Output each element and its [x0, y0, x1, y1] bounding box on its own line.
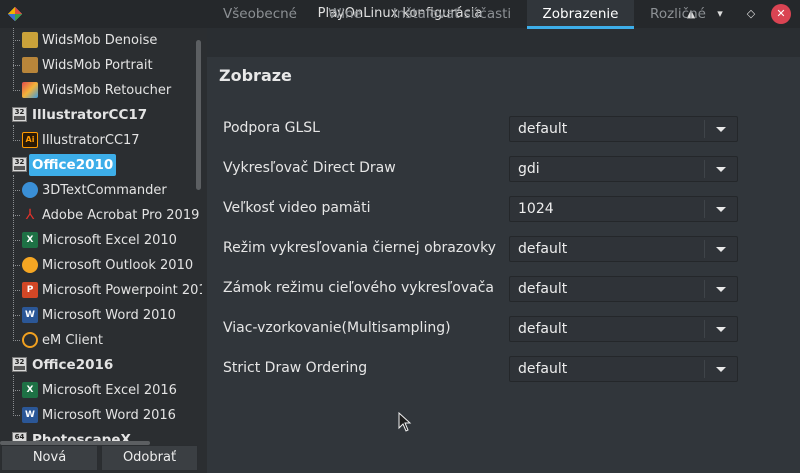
- tree-item-adobe-acrobat[interactable]: ⅄ Adobe Acrobat Pro 2019: [0, 203, 200, 228]
- tree-item-label: Microsoft Powerpoint 201: [42, 283, 202, 298]
- select-value: default: [518, 281, 568, 297]
- setting-label-strict-draw-ordering: Strict Draw Ordering: [223, 360, 368, 376]
- select-value: 1024: [518, 201, 554, 217]
- acrobat-icon: ⅄: [25, 207, 35, 223]
- select-divider: [704, 240, 705, 258]
- select-value: gdi: [518, 161, 540, 177]
- tree-item-label: Microsoft Outlook 2010: [42, 258, 194, 273]
- excel-icon: X: [22, 232, 38, 248]
- tree-item-label: Adobe Acrobat Pro 2019: [42, 208, 200, 223]
- render-target-lock-select[interactable]: default: [509, 276, 738, 302]
- video-memory-select[interactable]: 1024: [509, 196, 738, 222]
- tree-item-3dtextcommander[interactable]: 3DTextCommander: [0, 178, 200, 203]
- select-divider: [704, 200, 705, 218]
- setting-label-offscreen-rendering: Režim vykresľovania čiernej obrazovky: [223, 240, 496, 256]
- select-divider: [704, 320, 705, 338]
- setting-label-render-target-lock: Zámok režimu cieľového vykresľovača: [223, 280, 494, 296]
- maximize-icon[interactable]: ◇: [741, 4, 761, 24]
- word-icon: W: [22, 407, 38, 423]
- tree-group-label: IllustratorCC17: [32, 107, 148, 123]
- tree-item-label: WidsMob Portrait: [42, 58, 153, 73]
- strict-draw-ordering-select[interactable]: default: [509, 356, 738, 382]
- tree-vertical-scrollbar[interactable]: [196, 28, 202, 444]
- tree-item-label: WidsMob Denoise: [42, 33, 158, 48]
- new-button[interactable]: Nová: [1, 445, 98, 471]
- tree-group-office2010[interactable]: 32 Office2010: [0, 153, 200, 178]
- tree-item-widsmob-retoucher[interactable]: WidsMob Retoucher: [0, 78, 200, 103]
- widsmob-denoise-icon: [22, 32, 38, 48]
- 32bit-drive-icon: 32: [12, 107, 27, 122]
- multisampling-select[interactable]: default: [509, 316, 738, 342]
- glsl-select[interactable]: default: [509, 116, 738, 142]
- chevron-down-icon: [716, 207, 726, 212]
- section-title: Zobraze: [219, 66, 292, 85]
- select-value: default: [518, 121, 568, 137]
- setting-label-video-memory: Veľkosť video pamäti: [223, 200, 371, 216]
- tree-group-illustratorcc17[interactable]: 32 IllustratorCC17: [0, 103, 200, 128]
- tab-display[interactable]: Zobrazenie: [527, 0, 634, 29]
- tab-wine[interactable]: Wine: [313, 0, 377, 29]
- mouse-pointer-icon: [398, 412, 412, 432]
- tree-item-label: Microsoft Excel 2010: [42, 233, 177, 248]
- tree-item-label: Microsoft Word 2010: [42, 308, 176, 323]
- tree-group-office2016[interactable]: 32 Office2016: [0, 353, 200, 378]
- chevron-down-icon: [716, 247, 726, 252]
- close-icon[interactable]: ✕: [771, 4, 791, 24]
- tree-group-label: Office2016: [32, 357, 114, 373]
- tree-item-label: IllustratorCC17: [42, 133, 140, 148]
- emclient-icon: [22, 332, 38, 348]
- tab-install-components[interactable]: Inštalovať súčasti: [377, 0, 527, 29]
- setting-label-multisampling: Viac-vzorkovanie(Multisampling): [223, 320, 451, 336]
- 32bit-drive-icon: 32: [12, 357, 27, 372]
- tree-item-excel-2016[interactable]: X Microsoft Excel 2016: [0, 378, 200, 403]
- tree-item-excel-2010[interactable]: X Microsoft Excel 2010: [0, 228, 200, 253]
- tree-item-word-2016[interactable]: W Microsoft Word 2016: [0, 403, 200, 428]
- 32bit-drive-icon: 32: [12, 157, 27, 172]
- select-value: default: [518, 361, 568, 377]
- tree-item-label: WidsMob Retoucher: [42, 83, 172, 98]
- select-divider: [704, 280, 705, 298]
- widsmob-portrait-icon: [22, 57, 38, 73]
- tree-item-outlook-2010[interactable]: Microsoft Outlook 2010: [0, 253, 200, 278]
- setting-label-glsl: Podpora GLSL: [223, 120, 320, 136]
- remove-button[interactable]: Odobrať: [101, 445, 198, 471]
- tree-item-label: Microsoft Excel 2016: [42, 383, 177, 398]
- tab-general[interactable]: Všeobecné: [207, 0, 313, 29]
- select-divider: [704, 160, 705, 178]
- tree-item-em-client[interactable]: eM Client: [0, 328, 200, 353]
- widsmob-retoucher-icon: [22, 82, 38, 98]
- tab-bar: [207, 28, 800, 57]
- tree-item-illustratorcc17[interactable]: Ai IllustratorCC17: [0, 128, 200, 153]
- excel-icon: X: [22, 382, 38, 398]
- offscreen-rendering-select[interactable]: default: [509, 236, 738, 262]
- tree-group-label: Office2010: [29, 154, 117, 176]
- outlook-icon: [22, 257, 38, 273]
- tree-item-label: eM Client: [42, 333, 103, 348]
- tree-item-widsmob-portrait[interactable]: WidsMob Portrait: [0, 53, 200, 78]
- tree-item-label: 3DTextCommander: [42, 183, 167, 198]
- scrollbar-thumb[interactable]: [196, 40, 201, 190]
- chevron-down-icon: [716, 167, 726, 172]
- chevron-down-icon: [716, 327, 726, 332]
- virtual-drive-tree[interactable]: WidsMob Denoise WidsMob Portrait WidsMob…: [0, 28, 202, 444]
- tab-miscellaneous[interactable]: Rozličné: [634, 0, 722, 29]
- word-icon: W: [22, 307, 38, 323]
- tree-item-powerpoint-2010[interactable]: P Microsoft Powerpoint 201: [0, 278, 202, 303]
- select-divider: [704, 120, 705, 138]
- select-value: default: [518, 241, 568, 257]
- chevron-down-icon: [716, 367, 726, 372]
- tree-item-label: Microsoft Word 2016: [42, 408, 176, 423]
- illustrator-icon: Ai: [22, 132, 38, 148]
- tree-item-word-2010[interactable]: W Microsoft Word 2010: [0, 303, 200, 328]
- chevron-down-icon: [716, 287, 726, 292]
- 3dtextcommander-icon: [22, 182, 38, 198]
- setting-label-directdraw: Vykresľovač Direct Draw: [223, 160, 396, 176]
- select-divider: [704, 360, 705, 378]
- tree-item-widsmob-denoise[interactable]: WidsMob Denoise: [0, 28, 200, 53]
- chevron-down-icon: [716, 127, 726, 132]
- select-value: default: [518, 321, 568, 337]
- powerpoint-icon: P: [22, 282, 38, 298]
- directdraw-renderer-select[interactable]: gdi: [509, 156, 738, 182]
